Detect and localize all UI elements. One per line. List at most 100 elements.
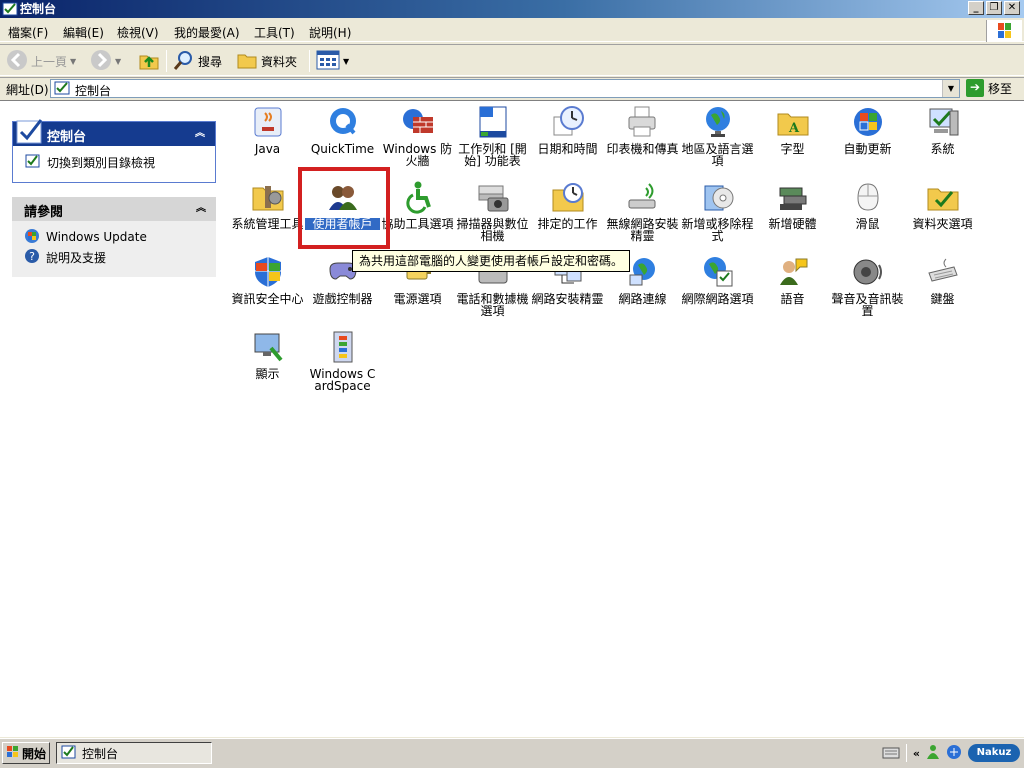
folders-button[interactable]: 資料夾	[236, 49, 297, 73]
windows-update-icon	[24, 228, 40, 247]
item-security-center[interactable]: 資訊安全中心	[230, 255, 305, 305]
back-dropdown-icon[interactable]: ▼	[70, 57, 76, 66]
forward-button[interactable]: ▼	[90, 49, 121, 73]
collapse-icon[interactable]: ︽	[193, 127, 207, 141]
start-label: 開始	[22, 746, 47, 761]
item-quicktime[interactable]: QuickTime	[305, 105, 380, 155]
security-shield-icon	[254, 257, 281, 287]
menu-favorites[interactable]: 我的最愛(A)	[174, 24, 240, 41]
display-icon	[254, 333, 283, 362]
views-button[interactable]: ▼	[316, 49, 349, 73]
go-label: 移至	[988, 81, 1013, 96]
item-wireless-network-setup-wizard[interactable]: 無線網路安裝精靈	[605, 180, 680, 242]
control-panel-task-pane: 控制台 ︽ 切換到類別目錄檢視	[12, 119, 216, 183]
item-administrative-tools[interactable]: 系統管理工具	[230, 180, 305, 230]
show-hidden-icons-button[interactable]: «	[913, 747, 920, 760]
link-label: 切換到類別目錄檢視	[47, 155, 156, 170]
address-value: 控制台	[75, 84, 112, 98]
item-add-or-remove-programs[interactable]: 新增或移除程式	[680, 180, 755, 242]
menu-help[interactable]: 說明(H)	[309, 24, 351, 41]
menu-edit[interactable]: 編輯(E)	[63, 24, 104, 41]
item-sounds-and-audio-devices[interactable]: 聲音及音訊裝置	[830, 255, 905, 317]
address-label: 網址(D)	[6, 83, 49, 97]
taskbar: 開始 控制台 « Nakuz	[0, 738, 1024, 768]
item-internet-options[interactable]: 網際網路選項	[680, 255, 755, 305]
item-folder-options[interactable]: 資料夾選項	[905, 180, 980, 230]
item-scheduled-tasks[interactable]: 排定的工作	[530, 180, 605, 230]
window-title: 控制台	[20, 2, 57, 16]
back-button[interactable]: 上一頁 ▼	[6, 49, 76, 73]
item-windows-cardspace[interactable]: Windows CardSpace	[305, 330, 380, 392]
minimize-button[interactable]: _	[968, 1, 984, 15]
administrative-tools-icon	[252, 186, 283, 211]
item-accessibility-options[interactable]: 協助工具選項	[380, 180, 455, 230]
control-panel-icon	[25, 153, 41, 172]
address-dropdown-icon[interactable]: ▼	[942, 80, 959, 97]
item-regional-and-language-options[interactable]: 地區及語言選項	[680, 105, 755, 167]
views-dropdown-icon[interactable]: ▼	[343, 57, 349, 66]
menu-tools[interactable]: 工具(T)	[254, 24, 295, 41]
content-area: 控制台 ︽ 切換到類別目錄檢視 請參閱 ︽ Windows Update ? 說…	[0, 100, 1024, 737]
folders-label: 資料夾	[261, 54, 298, 69]
item-fonts[interactable]: A 字型	[755, 105, 830, 155]
speaker-icon	[853, 259, 882, 285]
item-taskbar-and-start-menu[interactable]: 工作列和 [開始] 功能表	[455, 105, 530, 167]
collapse-icon[interactable]: ︽	[194, 202, 208, 216]
item-automatic-updates[interactable]: 自動更新	[830, 105, 905, 155]
messenger-icon[interactable]	[926, 744, 940, 763]
taskbar-item-control-panel[interactable]: 控制台	[56, 742, 212, 764]
menu-file[interactable]: 檔案(F)	[8, 24, 48, 41]
item-mouse[interactable]: 滑鼠	[830, 180, 905, 230]
network-tray-icon[interactable]	[946, 744, 962, 763]
up-folder-button[interactable]	[138, 49, 160, 73]
item-system[interactable]: 系統	[905, 105, 980, 155]
item-windows-firewall[interactable]: Windows 防火牆	[380, 105, 455, 167]
mouse-icon	[856, 183, 879, 211]
svg-text:A: A	[787, 121, 799, 136]
network-connections-icon	[629, 258, 655, 286]
close-button[interactable]: ✕	[1004, 1, 1020, 15]
forward-dropdown-icon[interactable]: ▼	[115, 57, 121, 66]
add-remove-programs-icon	[704, 185, 733, 211]
help-icon: ?	[24, 248, 40, 267]
item-date-and-time[interactable]: 日期和時間	[530, 105, 605, 155]
pane-header: 請參閱 ︽	[12, 197, 216, 221]
pane-title: 請參閱	[24, 205, 64, 220]
firewall-icon	[402, 109, 433, 133]
help-and-support-link[interactable]: ? 說明及支援	[12, 247, 216, 267]
standard-toolbar: 上一頁 ▼ ▼ 搜尋 資料夾 ▼	[0, 44, 1024, 76]
pane-header: 控制台 ︽	[13, 119, 215, 146]
item-speech[interactable]: 語音	[755, 255, 830, 305]
tooltip: 為共用這部電腦的人變更使用者帳戶設定和密碼。	[352, 250, 631, 272]
internet-options-icon	[703, 257, 732, 287]
go-button[interactable]: ➔ 移至	[966, 79, 1012, 97]
address-bar: 網址(D) 控制台 ▼ ➔ 移至	[0, 77, 1024, 99]
taskbar-item-label: 控制台	[82, 746, 119, 761]
item-printers-and-faxes[interactable]: 印表機和傳真	[605, 105, 680, 155]
item-add-hardware[interactable]: 新增硬體	[755, 180, 830, 230]
back-arrow-icon	[6, 49, 28, 74]
item-display[interactable]: 顯示	[230, 330, 305, 380]
menu-bar: 檔案(F) 編輯(E) 檢視(V) 我的最愛(A) 工具(T) 說明(H)	[0, 20, 1024, 42]
maximize-button[interactable]: ❐	[986, 1, 1002, 15]
control-panel-icon	[2, 1, 18, 20]
control-panel-icon	[15, 116, 45, 150]
views-icon	[316, 50, 340, 73]
scheduled-tasks-icon	[552, 183, 583, 212]
search-button[interactable]: 搜尋	[173, 49, 222, 73]
item-java[interactable]: Java	[230, 105, 305, 155]
search-icon	[173, 49, 195, 74]
nakuz-badge: Nakuz	[968, 744, 1020, 762]
up-folder-icon	[138, 49, 160, 74]
system-icon	[929, 108, 958, 136]
item-scanners-and-cameras[interactable]: 掃描器與數位相機	[455, 180, 530, 242]
item-keyboard[interactable]: 鍵盤	[905, 255, 980, 305]
menu-view[interactable]: 檢視(V)	[117, 24, 159, 41]
address-field[interactable]: 控制台 ▼	[50, 79, 960, 98]
switch-to-category-view-link[interactable]: 切換到類別目錄檢視	[13, 152, 215, 172]
keyboard-layout-icon[interactable]	[882, 745, 900, 762]
windows-update-link[interactable]: Windows Update	[12, 227, 216, 247]
start-button[interactable]: 開始	[2, 742, 50, 764]
wireless-icon	[628, 183, 655, 209]
keyboard-icon	[927, 258, 958, 282]
